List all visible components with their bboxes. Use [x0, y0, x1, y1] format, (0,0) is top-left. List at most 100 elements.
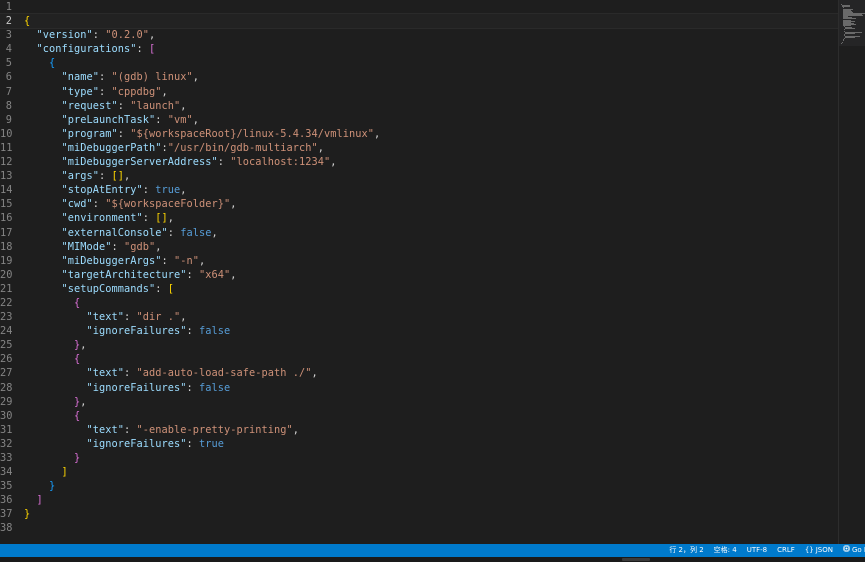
code-line[interactable]: 25 },	[0, 338, 838, 352]
indentation-indicator[interactable]: 空格: 4	[709, 544, 742, 557]
cursor-position-indicator[interactable]: 行 2，列 2	[664, 544, 708, 557]
code-token: "MIMode"	[61, 240, 112, 253]
line-code: "environment": [],	[24, 211, 174, 225]
minimap[interactable]	[839, 0, 865, 46]
code-token: ,	[167, 212, 174, 225]
line-ending-indicator[interactable]: CRLF	[772, 544, 800, 557]
code-token: "ignoreFailures"	[86, 325, 187, 338]
line-code: "cwd": "${workspaceFolder}",	[24, 197, 237, 211]
code-line[interactable]: 27 "text": "add-auto-load-safe-path ./",	[0, 366, 838, 380]
code-line[interactable]: 2{	[0, 13, 839, 30]
code-line[interactable]: 24 "ignoreFailures": false	[0, 324, 838, 338]
code-token: "name"	[61, 71, 99, 84]
code-lines[interactable]: 1 2{3 "version": "0.2.0", 4 "configuration…	[0, 0, 839, 536]
encoding-indicator[interactable]: UTF-8	[742, 544, 772, 557]
code-line[interactable]: 4 "configurations": [	[0, 42, 838, 56]
code-token: {	[74, 296, 81, 309]
code-token: "ignoreFailures"	[86, 381, 187, 394]
code-token: "${workspaceRoot}/linux-5.4.34/vmlinux"	[130, 127, 374, 140]
code-line[interactable]: 32 "ignoreFailures": true	[0, 437, 838, 451]
code-line[interactable]: 26 {	[0, 352, 838, 366]
language-mode-indicator[interactable]: {} JSON	[800, 544, 838, 557]
code-line[interactable]: 16 "environment": [],	[0, 211, 838, 225]
code-token: }	[24, 508, 31, 521]
line-number: 23	[0, 311, 13, 324]
code-line[interactable]: 38	[0, 521, 838, 535]
code-token: false	[199, 381, 231, 394]
code-token: :	[186, 268, 199, 281]
code-token: "vm"	[167, 113, 193, 126]
code-token: ,	[373, 127, 381, 140]
line-number: 31	[0, 423, 13, 436]
code-token: "text"	[86, 367, 124, 380]
code-token: "miDebuggerArgs"	[61, 254, 162, 267]
code-line[interactable]: 9 "preLaunchTask": "vm",	[0, 113, 838, 127]
line-code: "version": "0.2.0",	[24, 28, 156, 42]
code-line[interactable]: 35 }	[0, 479, 838, 493]
code-line[interactable]: 14 "stopAtEntry": true,	[0, 183, 838, 197]
code-token: :	[136, 43, 149, 56]
code-line[interactable]: 3 "version": "0.2.0",	[0, 28, 838, 42]
code-line[interactable]: 22 {	[0, 296, 838, 310]
line-number: 19	[0, 254, 13, 267]
line-code: "miDebuggerPath":"/usr/bin/gdb-multiarch…	[24, 141, 324, 155]
code-token: :	[117, 127, 131, 140]
code-token: true	[155, 184, 181, 197]
go-live-button[interactable]: Go Live	[838, 544, 865, 557]
code-token: :	[117, 99, 131, 112]
code-token: ,	[161, 85, 168, 98]
code-line[interactable]: 37}	[0, 507, 838, 521]
line-code: "args": [],	[24, 169, 131, 183]
code-line[interactable]: 17 "externalConsole": false,	[0, 226, 838, 240]
code-line[interactable]: 7 "type": "cppdbg",	[0, 85, 838, 99]
code-token: :	[124, 367, 137, 380]
code-line[interactable]: 29 },	[0, 395, 838, 409]
code-token: "0.2.0"	[105, 29, 149, 42]
code-line[interactable]: 19 "miDebuggerArgs": "-n",	[0, 254, 838, 268]
code-line[interactable]: 30 {	[0, 409, 838, 423]
line-code: }	[24, 507, 30, 521]
code-line[interactable]: 36 ]	[0, 493, 838, 507]
code-line[interactable]: 18 "MIMode": "gdb",	[0, 240, 838, 254]
code-line[interactable]: 11 "miDebuggerPath":"/usr/bin/gdb-multia…	[0, 141, 838, 155]
code-line[interactable]: 33 }	[0, 451, 838, 465]
code-token: false	[180, 226, 212, 239]
code-line[interactable]: 15 "cwd": "${workspaceFolder}",	[0, 197, 838, 211]
code-token: {	[74, 353, 81, 366]
line-number: 38	[0, 522, 13, 535]
code-editor[interactable]: 1 2{3 "version": "0.2.0", 4 "configuration…	[0, 0, 865, 544]
code-line[interactable]: 34 ]	[0, 465, 838, 479]
horizontal-scrollbar-thumb[interactable]	[622, 558, 650, 561]
code-token: ,	[192, 71, 199, 84]
code-line[interactable]: 20 "targetArchitecture": "x64",	[0, 268, 838, 282]
line-number: 18	[0, 240, 13, 253]
vertical-ruler	[838, 0, 839, 544]
code-line[interactable]: 5 {	[0, 56, 838, 70]
code-token: ,	[211, 226, 218, 239]
code-line[interactable]: 1	[0, 0, 838, 14]
code-token: "(gdb) linux"	[111, 71, 193, 84]
code-line[interactable]: 31 "text": "-enable-pretty-printing",	[0, 423, 838, 437]
code-token: "${workspaceFolder}"	[105, 198, 231, 211]
code-line[interactable]: 10 "program": "${workspaceRoot}/linux-5.…	[0, 127, 838, 141]
code-line[interactable]: 12 "miDebuggerServerAddress": "localhost…	[0, 155, 838, 169]
code-token: "externalConsole"	[61, 226, 168, 239]
code-line[interactable]: 6 "name": "(gdb) linux",	[0, 70, 838, 84]
code-line[interactable]: 21 "setupCommands": [	[0, 282, 838, 296]
line-code: "miDebuggerServerAddress": "localhost:12…	[24, 155, 337, 169]
code-line[interactable]: 13 "args": [],	[0, 169, 838, 183]
code-line[interactable]: 28 "ignoreFailures": false	[0, 381, 838, 395]
code-line[interactable]: 23 "text": "dir .",	[0, 310, 838, 324]
line-number: 16	[0, 212, 13, 225]
code-token: :	[217, 156, 231, 169]
code-line[interactable]: 8 "request": "launch",	[0, 99, 838, 113]
line-number: 3	[5, 29, 12, 42]
